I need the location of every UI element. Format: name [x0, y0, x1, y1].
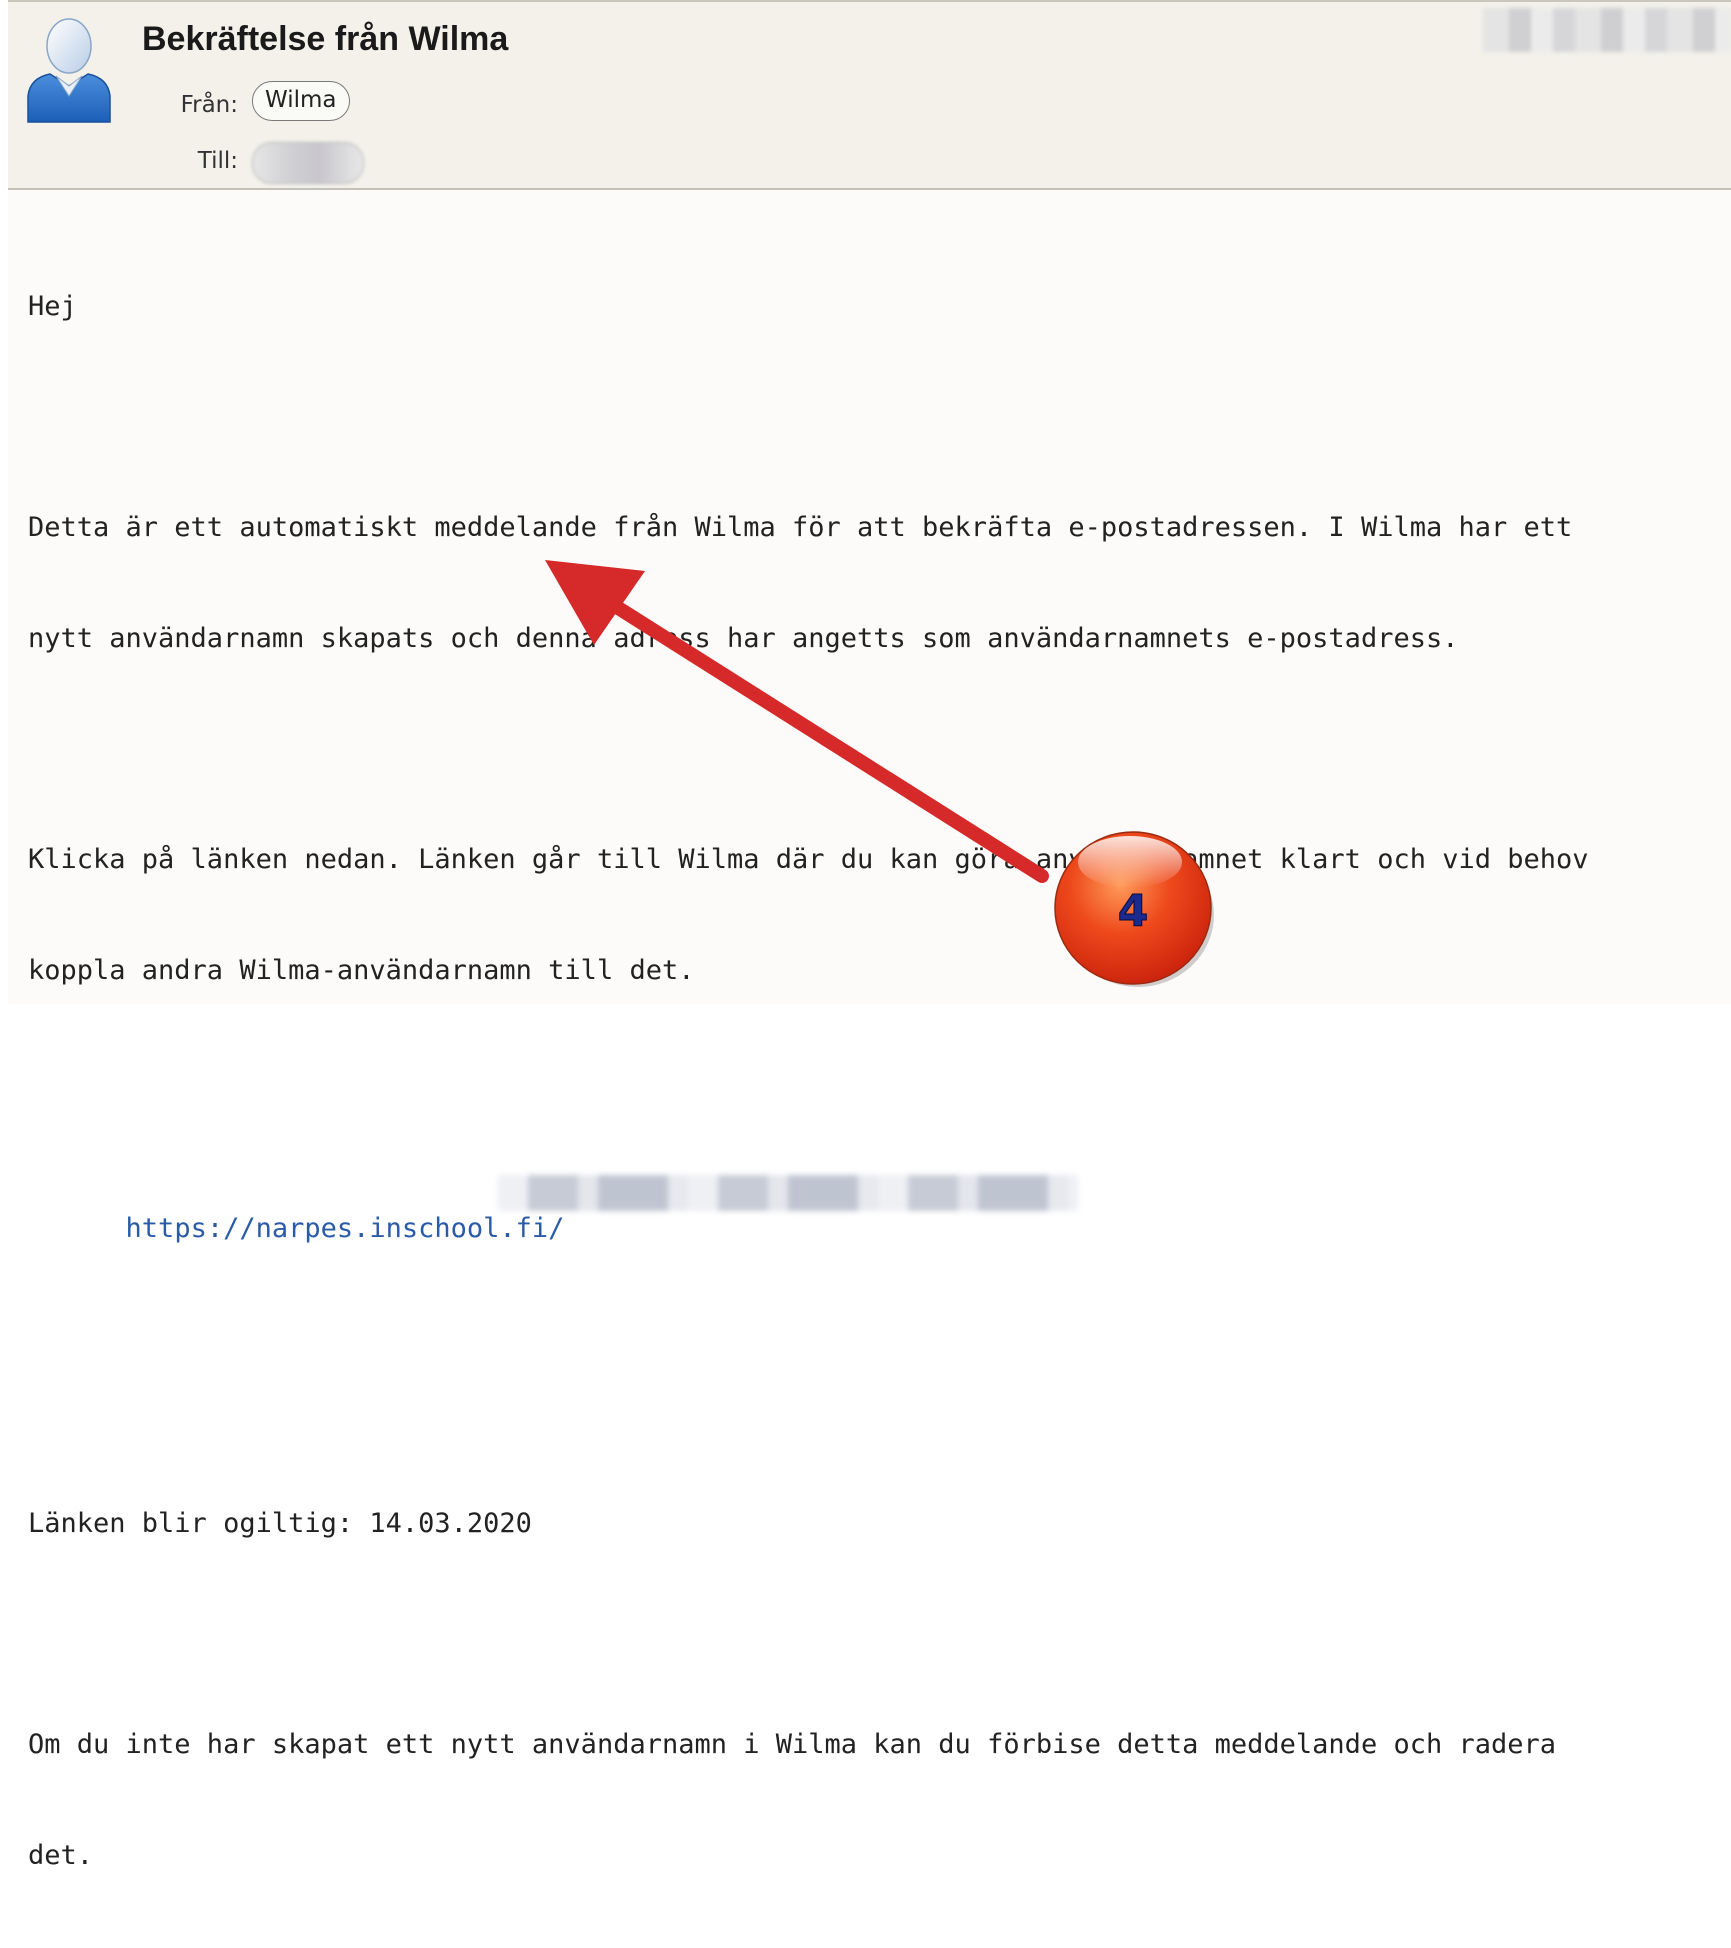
email-window: Bekräftelse från Wilma Från: Wilma Till:…: [8, 0, 1731, 1871]
confirmation-link[interactable]: https://narpes.inschool.fi/: [126, 1213, 565, 1244]
email-body: Hej Detta är ett automatiskt meddelande …: [28, 214, 1589, 1948]
paragraph-3-line-2: det.: [28, 1840, 94, 1871]
paragraph-3-line-1: Om du inte har skapat ett nytt användarn…: [28, 1729, 1557, 1760]
email-subject: Bekräftelse från Wilma: [142, 20, 509, 58]
recipient-chip-redacted[interactable]: [252, 142, 364, 184]
paragraph-2-line-1: Klicka på länken nedan. Länken går till …: [28, 844, 1589, 875]
person-avatar-icon: [27, 18, 111, 123]
sender-chip[interactable]: Wilma: [252, 81, 350, 121]
link-expiry: Länken blir ogiltig: 14.03.2020: [28, 1508, 532, 1539]
paragraph-2-line-2: koppla andra Wilma-användarnamn till det…: [28, 955, 695, 986]
greeting: Hej: [28, 291, 77, 322]
paragraph-1-line-1: Detta är ett automatiskt meddelande från…: [28, 512, 1573, 543]
to-label: Till:: [197, 148, 238, 174]
from-label: Från:: [180, 92, 238, 118]
redacted-link-token[interactable]: [498, 1175, 1078, 1211]
paragraph-1-line-2: nytt användarnamn skapats och denna adre…: [28, 623, 1459, 654]
confirmation-link-row: https://narpes.inschool.fi/: [28, 1173, 1589, 1321]
redacted-date: [1483, 8, 1731, 52]
email-header: Bekräftelse från Wilma Från: Wilma Till:: [8, 0, 1731, 190]
